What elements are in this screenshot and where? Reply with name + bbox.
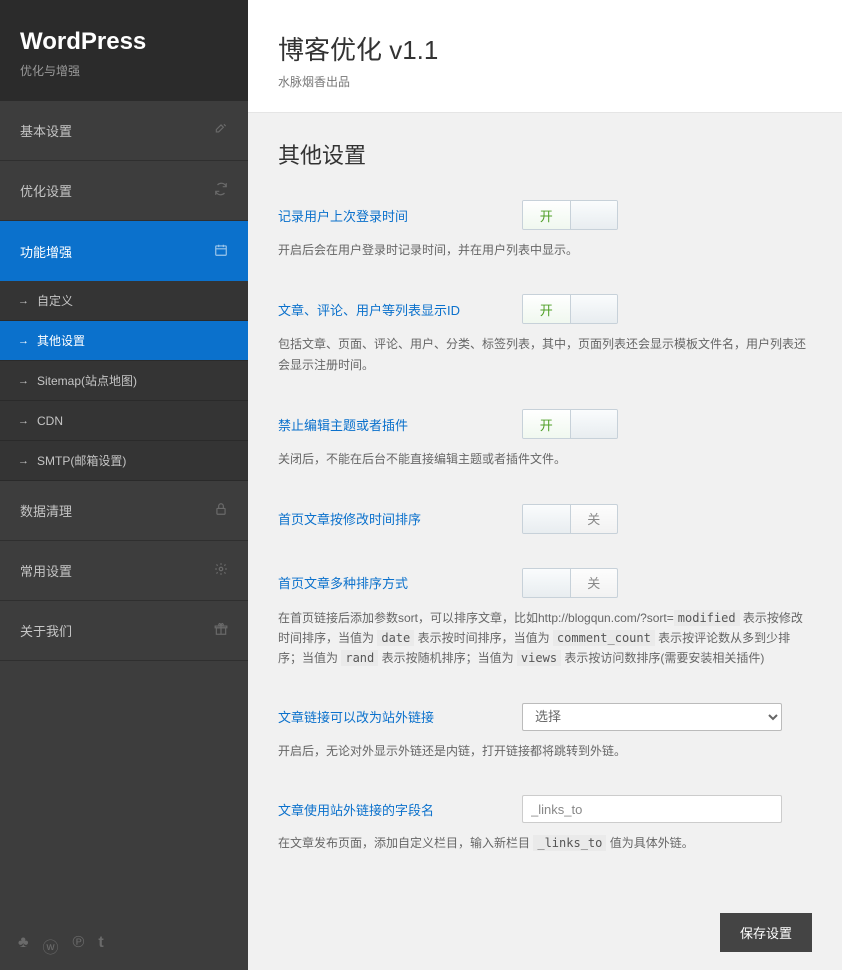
submenu-item-sitemap[interactable]: → Sitemap(站点地图) bbox=[0, 361, 248, 401]
submenu-item-other[interactable]: → 其他设置 bbox=[0, 321, 248, 361]
pinterest-icon[interactable]: ℗ bbox=[73, 934, 85, 958]
save-button[interactable]: 保存设置 bbox=[720, 913, 812, 952]
menu-item-enhance[interactable]: 功能增强 bbox=[0, 221, 248, 281]
field-ext-link: 文章链接可以改为站外链接 选择 开启后，无论对外显示外链还是内链，打开链接都将跳… bbox=[278, 703, 812, 761]
menu-item-optimize[interactable]: 优化设置 bbox=[0, 161, 248, 221]
arrow-icon: → bbox=[18, 335, 29, 347]
menu-item-basic[interactable]: 基本设置 bbox=[0, 101, 248, 161]
arrow-icon: → bbox=[18, 295, 29, 307]
page-title: 博客优化 v1.1 bbox=[278, 30, 812, 67]
field-label: 首页文章多种排序方式 bbox=[278, 573, 502, 592]
sidebar-subtitle: 优化与增强 bbox=[20, 62, 228, 79]
field-multi-sort: 首页文章多种排序方式 关 在首页链接后添加参数sort，可以排序文章，比如htt… bbox=[278, 568, 812, 669]
field-desc: 在首页链接后添加参数sort，可以排序文章，比如http://blogqun.c… bbox=[278, 608, 812, 669]
content-area: 其他设置 记录用户上次登录时间 开 开启后会在用户登录时记录时间，并在用户列表中… bbox=[248, 113, 842, 895]
field-label: 首页文章按修改时间排序 bbox=[278, 509, 502, 528]
sidebar-menu: 基本设置 优化设置 功能增强 → 自定义 → 其他设置 → Sitemap(站 bbox=[0, 101, 248, 922]
submenu-item-cdn[interactable]: → CDN bbox=[0, 401, 248, 441]
main-header: 博客优化 v1.1 水脉烟香出品 bbox=[248, 0, 842, 113]
field-ext-field: 文章使用站外链接的字段名 在文章发布页面，添加自定义栏目，输入新栏目 _link… bbox=[278, 795, 812, 853]
sidebar-header: WordPress 优化与增强 bbox=[0, 0, 248, 101]
field-desc: 关闭后，不能在后台不能直接编辑主题或者插件文件。 bbox=[278, 449, 812, 469]
field-sort-modified: 首页文章按修改时间排序 关 bbox=[278, 504, 812, 534]
qq-icon[interactable]: ♣ bbox=[18, 934, 29, 958]
toggle-show-id[interactable]: 开 bbox=[522, 294, 618, 324]
submenu-item-smtp[interactable]: → SMTP(邮箱设置) bbox=[0, 441, 248, 481]
select-ext-link[interactable]: 选择 bbox=[522, 703, 782, 731]
page-subtitle: 水脉烟香出品 bbox=[278, 73, 812, 90]
toggle-disable-edit[interactable]: 开 bbox=[522, 409, 618, 439]
toggle-multi-sort[interactable]: 关 bbox=[522, 568, 618, 598]
field-label: 文章链接可以改为站外链接 bbox=[278, 707, 502, 726]
gear-icon bbox=[214, 562, 228, 579]
arrow-icon: → bbox=[18, 415, 29, 427]
section-title: 其他设置 bbox=[278, 138, 812, 170]
field-desc: 在文章发布页面，添加自定义栏目，输入新栏目 _links_to 值为具体外链。 bbox=[278, 833, 812, 853]
arrow-icon: → bbox=[18, 375, 29, 387]
gift-icon bbox=[214, 622, 228, 639]
lock-icon bbox=[214, 502, 228, 519]
field-label: 记录用户上次登录时间 bbox=[278, 206, 502, 225]
field-desc: 开启后会在用户登录时记录时间，并在用户列表中显示。 bbox=[278, 240, 812, 260]
toggle-sort-modified[interactable]: 关 bbox=[522, 504, 618, 534]
social-icons: ♣ ⓦ ℗ t bbox=[0, 922, 248, 970]
menu-item-about[interactable]: 关于我们 bbox=[0, 601, 248, 661]
field-disable-edit: 禁止编辑主题或者插件 开 关闭后，不能在后台不能直接编辑主题或者插件文件。 bbox=[278, 409, 812, 469]
menu-item-common[interactable]: 常用设置 bbox=[0, 541, 248, 601]
field-login-time: 记录用户上次登录时间 开 开启后会在用户登录时记录时间，并在用户列表中显示。 bbox=[278, 200, 812, 260]
field-desc: 开启后，无论对外显示外链还是内链，打开链接都将跳转到外链。 bbox=[278, 741, 812, 761]
menu-item-clean[interactable]: 数据清理 bbox=[0, 481, 248, 541]
sidebar: WordPress 优化与增强 基本设置 优化设置 功能增强 → 自定义 → bbox=[0, 0, 248, 970]
field-label: 禁止编辑主题或者插件 bbox=[278, 415, 502, 434]
field-label: 文章、评论、用户等列表显示ID bbox=[278, 300, 502, 319]
input-ext-field[interactable] bbox=[522, 795, 782, 823]
tools-icon bbox=[214, 122, 228, 139]
sidebar-title: WordPress bbox=[20, 28, 228, 56]
calendar-icon bbox=[214, 243, 228, 260]
main-content: 博客优化 v1.1 水脉烟香出品 其他设置 记录用户上次登录时间 开 开启后会在… bbox=[248, 0, 842, 970]
submenu-item-custom[interactable]: → 自定义 bbox=[0, 281, 248, 321]
field-show-id: 文章、评论、用户等列表显示ID 开 包括文章、页面、评论、用户、分类、标签列表，… bbox=[278, 294, 812, 375]
arrow-icon: → bbox=[18, 455, 29, 467]
field-label: 文章使用站外链接的字段名 bbox=[278, 800, 502, 819]
footer: 保存设置 bbox=[248, 895, 842, 970]
twitter-icon[interactable]: t bbox=[98, 934, 103, 958]
field-desc: 包括文章、页面、评论、用户、分类、标签列表，其中，页面列表还会显示模板文件名，用… bbox=[278, 334, 812, 375]
refresh-icon bbox=[214, 182, 228, 199]
weibo-icon[interactable]: ⓦ bbox=[43, 934, 59, 958]
toggle-login-time[interactable]: 开 bbox=[522, 200, 618, 230]
